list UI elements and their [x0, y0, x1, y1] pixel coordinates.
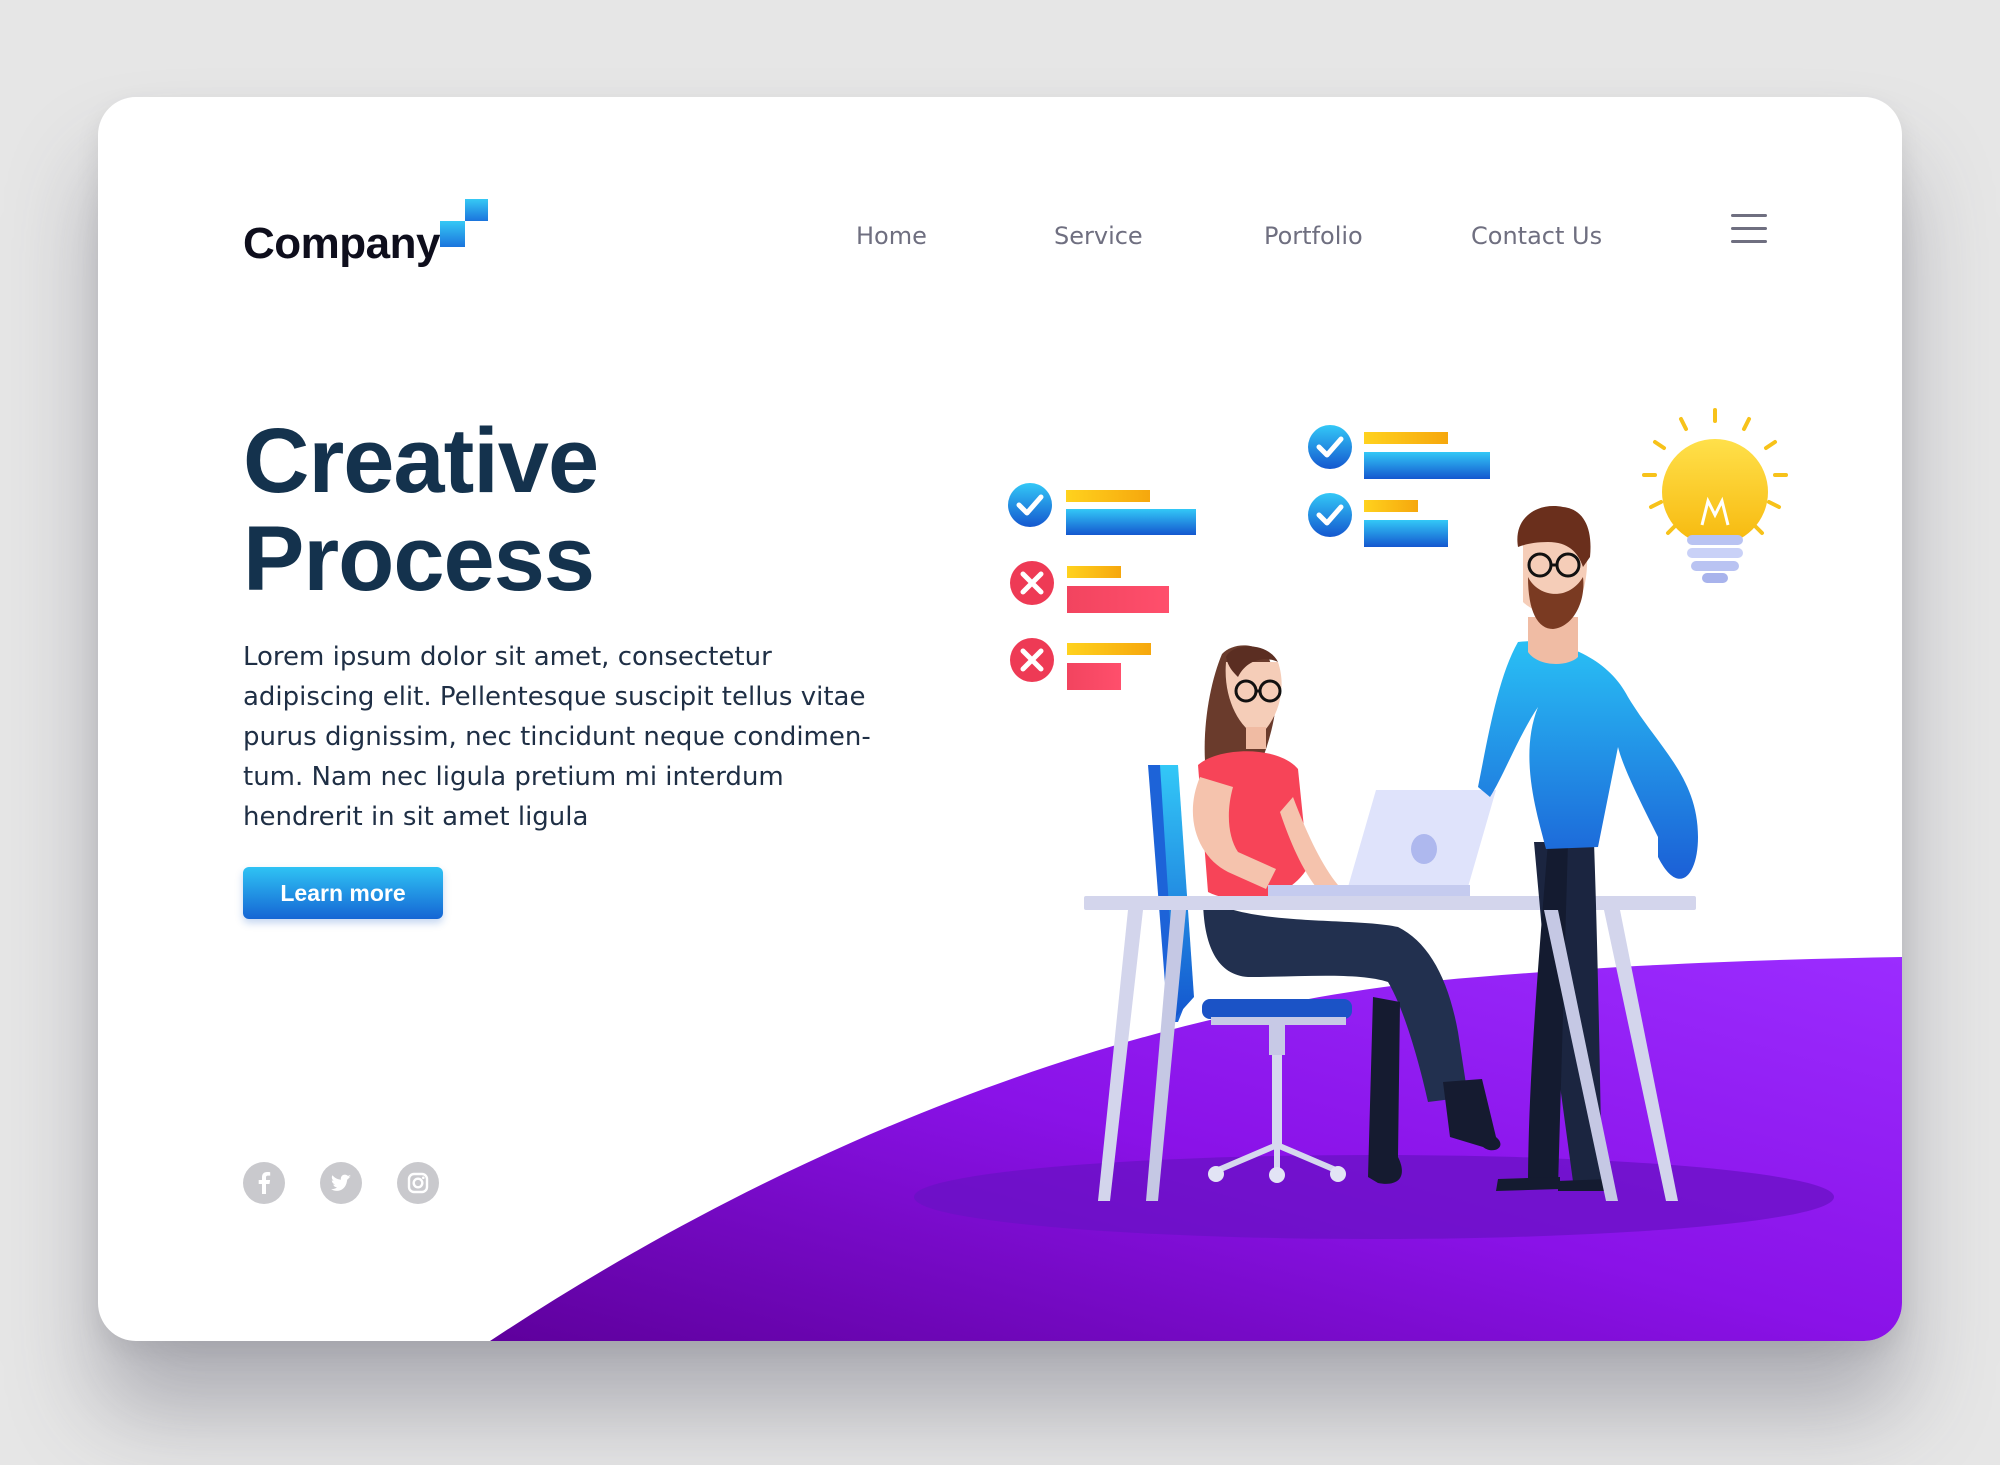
- instagram-icon: [407, 1172, 429, 1194]
- hero-description-line: Lorem ipsum dolor sit amet, consectetur: [243, 642, 772, 672]
- main-nav: Home Service Portfolio Contact Us: [98, 222, 1902, 262]
- hero-description-line: tum. Nam nec ligula pretium mi interdum: [243, 762, 784, 792]
- hero-description-line: hendrerit in sit amet ligula: [243, 802, 589, 832]
- twitter-link[interactable]: [320, 1162, 362, 1204]
- hero-description-line: purus dignissim, nec tincidunt neque con…: [243, 722, 871, 752]
- lightbulb-icon: [1642, 408, 1788, 583]
- hamburger-menu-icon[interactable]: [1731, 214, 1767, 244]
- landing-page-card: Company Home Service Portfolio Contact U…: [98, 97, 1902, 1341]
- facebook-icon: [258, 1172, 271, 1194]
- check-icon: [1308, 425, 1352, 469]
- check-icon: [1308, 493, 1352, 537]
- hero-title-line: Creative: [243, 410, 599, 512]
- hero-description: Lorem ipsum dolor sit amet, consectetur …: [243, 637, 883, 837]
- hero-title: Creative Process: [243, 410, 599, 610]
- instagram-link[interactable]: [397, 1162, 439, 1204]
- nav-link-service[interactable]: Service: [1054, 222, 1143, 250]
- facebook-link[interactable]: [243, 1162, 285, 1204]
- nav-link-portfolio[interactable]: Portfolio: [1264, 222, 1363, 250]
- nav-link-contact-us[interactable]: Contact Us: [1471, 222, 1602, 250]
- purple-background-shape: [490, 957, 1902, 1341]
- learn-more-button[interactable]: Learn more: [243, 867, 443, 919]
- hero-title-line: Process: [243, 508, 595, 610]
- nav-link-home[interactable]: Home: [856, 222, 927, 250]
- checklist-right: [1308, 425, 1490, 547]
- checklist-left: [1008, 483, 1196, 690]
- check-icon: [1008, 483, 1052, 527]
- twitter-icon: [331, 1174, 351, 1191]
- hero-description-line: adipiscing elit. Pellentesque suscipit t…: [243, 682, 866, 712]
